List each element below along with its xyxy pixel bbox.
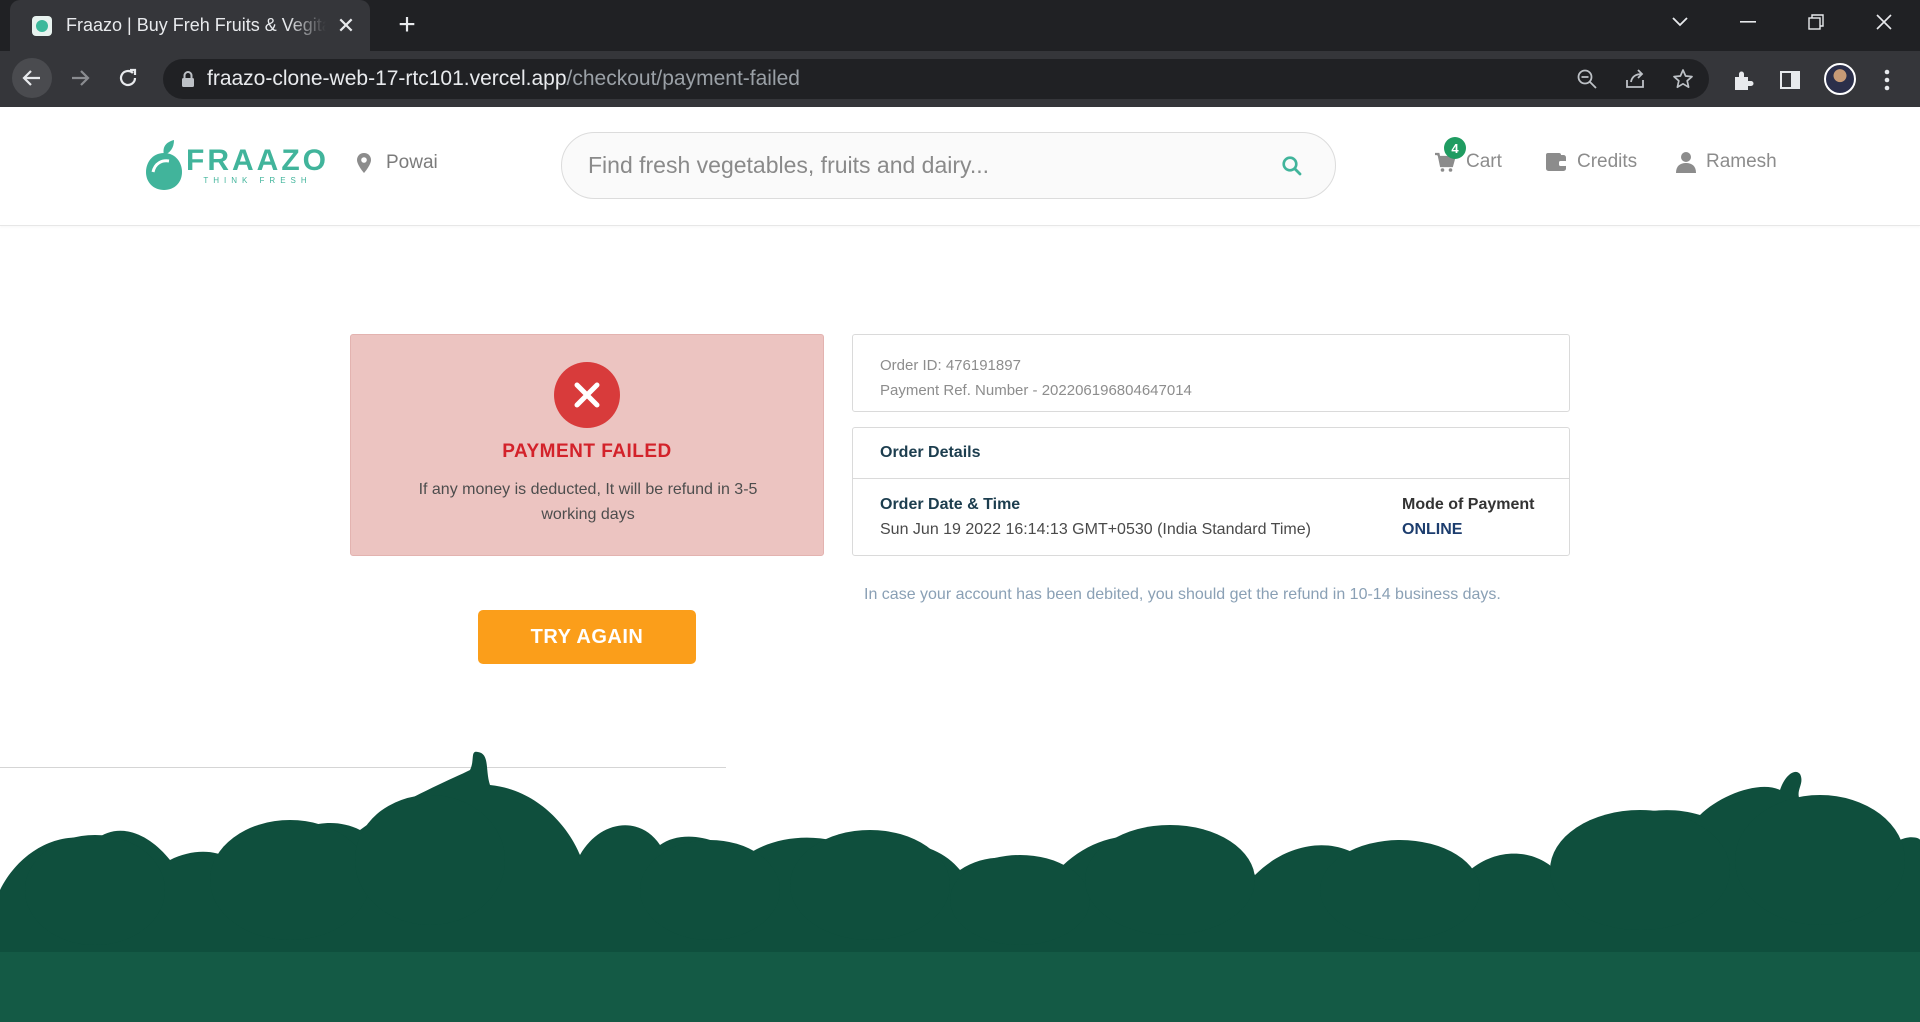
cart-label: Cart [1466, 151, 1502, 172]
order-details-box: Order Details Order Date & Time Sun Jun … [852, 427, 1570, 556]
payment-mode-value: ONLINE [1402, 521, 1463, 538]
search-bar[interactable] [561, 132, 1336, 199]
reload-icon[interactable] [108, 58, 148, 98]
credits-label: Credits [1577, 151, 1638, 172]
share-icon[interactable] [1623, 67, 1647, 91]
credits-link[interactable]: Credits [1545, 151, 1637, 173]
payment-ref-number: Payment Ref. Number - 202206196804647014 [880, 382, 1192, 399]
bookmark-star-icon[interactable] [1671, 67, 1695, 91]
forward-arrow-icon[interactable] [60, 58, 100, 98]
location-label: Powai [386, 152, 438, 173]
location-pin-icon [357, 153, 371, 173]
user-account-link[interactable]: Ramesh [1676, 151, 1777, 173]
user-name: Ramesh [1706, 151, 1777, 172]
payment-mode-label: Mode of Payment [1402, 496, 1535, 513]
back-arrow-icon[interactable] [12, 58, 52, 98]
vegetable-silhouette-banner [0, 751, 1920, 1022]
url-text: fraazo-clone-web-17-rtc101.vercel.app/ch… [207, 67, 800, 90]
user-icon [1676, 152, 1696, 173]
profile-avatar[interactable] [1824, 63, 1856, 95]
site-favicon-icon [32, 15, 52, 36]
order-date-label: Order Date & Time [880, 496, 1021, 513]
zoom-out-icon[interactable] [1575, 67, 1599, 91]
refund-note: In case your account has been debited, y… [864, 586, 1501, 603]
close-window-icon[interactable] [1854, 0, 1914, 44]
browser-toolbar: fraazo-clone-web-17-rtc101.vercel.app/ch… [0, 51, 1920, 107]
payment-failed-title: PAYMENT FAILED [502, 441, 672, 462]
address-bar[interactable]: fraazo-clone-web-17-rtc101.vercel.app/ch… [163, 59, 1709, 99]
search-icon[interactable] [1281, 155, 1303, 177]
site-header: FRAAZO THINK FRESH Powai 4 Cart Credits … [0, 107, 1920, 226]
tab-search-chevron-icon[interactable] [1650, 0, 1710, 44]
order-reference-box: Order ID: 476191897 Payment Ref. Number … [852, 334, 1570, 412]
minimize-icon[interactable] [1718, 0, 1778, 44]
leaf-logo-icon [146, 140, 182, 190]
wallet-icon [1546, 153, 1567, 171]
payment-failed-message: If any money is deducted, It will be ref… [418, 481, 758, 523]
location-selector[interactable]: Powai [356, 152, 438, 174]
extensions-puzzle-icon[interactable] [1730, 67, 1756, 93]
browser-tab-active[interactable]: Fraazo | Buy Freh Fruits & Vegitables ✕ [10, 0, 370, 51]
close-circle-icon [554, 362, 620, 428]
restore-icon[interactable] [1786, 0, 1846, 44]
side-panel-icon[interactable] [1777, 67, 1803, 93]
payment-failed-card: PAYMENT FAILED If any money is deducted,… [350, 334, 824, 556]
order-details-heading: Order Details [853, 428, 1569, 479]
browser-tabbar: Fraazo | Buy Freh Fruits & Vegitables ✕ … [0, 0, 1920, 51]
search-input[interactable] [588, 152, 1238, 179]
order-date-value: Sun Jun 19 2022 16:14:13 GMT+0530 (India… [880, 521, 1311, 538]
tab-title: Fraazo | Buy Freh Fruits & Vegitables [66, 15, 326, 35]
fraazo-logo[interactable]: FRAAZO THINK FRESH [144, 137, 329, 193]
tab-close-icon[interactable]: ✕ [334, 13, 358, 39]
logo-tagline: THINK FRESH [203, 175, 312, 185]
cart-count-badge: 4 [1444, 137, 1466, 159]
logo-wordmark: FRAAZO [186, 143, 329, 177]
cart-link[interactable]: 4 Cart [1434, 137, 1502, 173]
more-menu-icon[interactable] [1874, 67, 1900, 93]
try-again-button[interactable]: TRY AGAIN [478, 610, 696, 664]
new-tab-icon[interactable]: + [390, 8, 424, 42]
order-id: Order ID: 476191897 [880, 357, 1021, 374]
lock-icon [182, 71, 194, 87]
